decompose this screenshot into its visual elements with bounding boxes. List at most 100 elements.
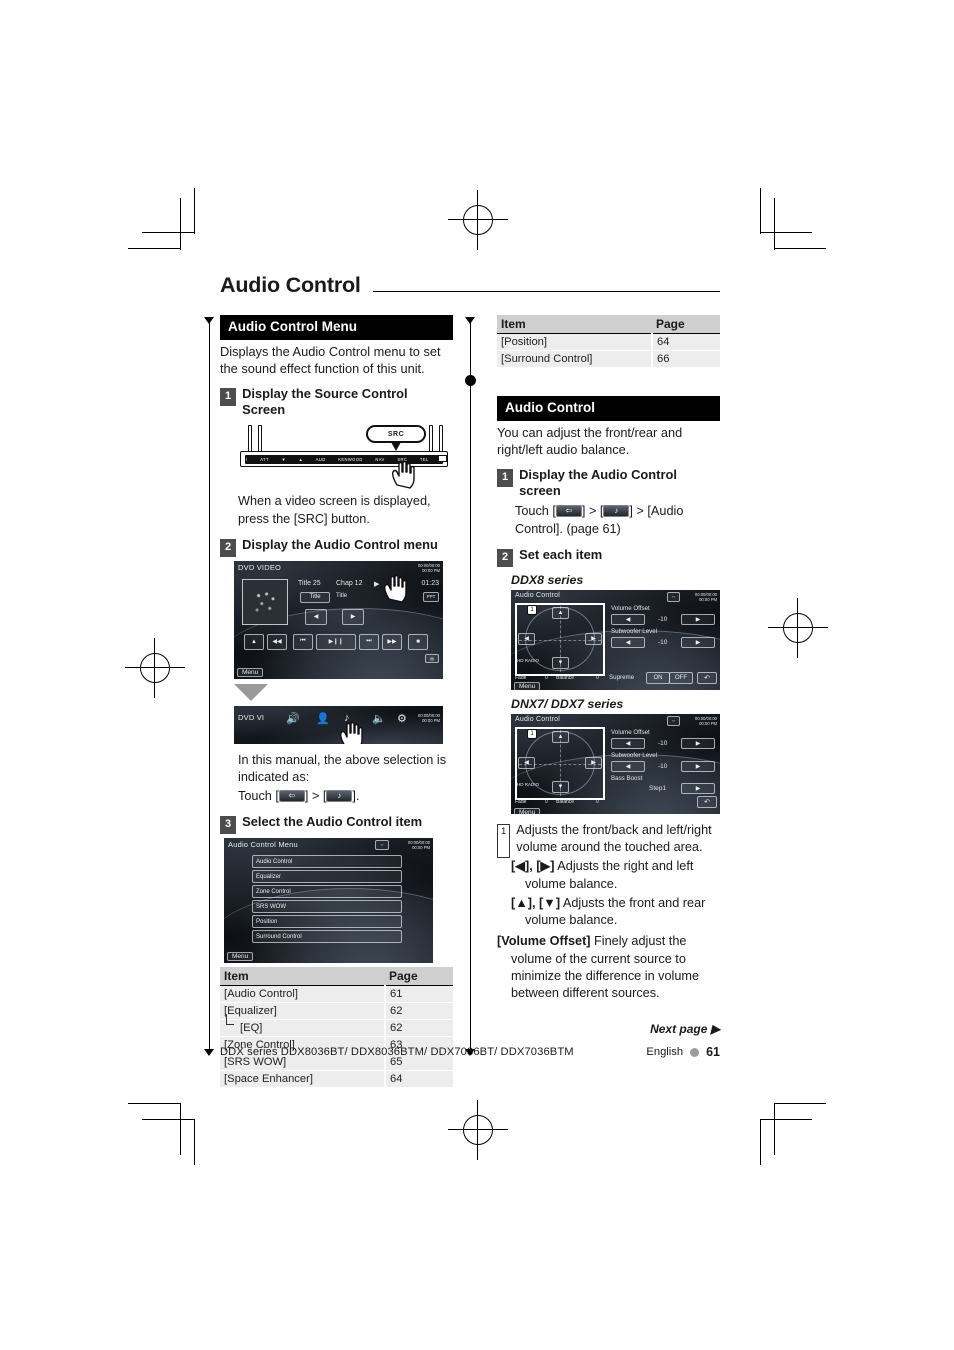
- bar-icon-setup[interactable]: 👤: [316, 712, 330, 725]
- ddx8-volume-offset-decrease[interactable]: ◀: [611, 613, 645, 625]
- dvd-stop-icon: ■: [416, 638, 420, 645]
- description-item-3: [▲], [▼] Adjusts the front and rear volu…: [511, 895, 720, 930]
- faceplate-key-1: ATT: [260, 456, 269, 462]
- ddx8-screen-clock: 00:00/00:00 00:00 PM: [694, 591, 717, 602]
- table-header-page: Page: [385, 967, 453, 987]
- table-header-row: Item Page: [220, 967, 453, 987]
- step-number-1: 1: [220, 388, 237, 407]
- dvd-ppt-label: PPT: [426, 594, 436, 600]
- guide-position-dot: [465, 374, 476, 386]
- ddx7-volume-offset-increase[interactable]: ▶: [681, 737, 715, 749]
- table-cell-page: 66: [651, 350, 720, 368]
- faceplate-key-0: I: [246, 456, 248, 462]
- step-1-display-source-control: 1 Display the Source Control Screen: [220, 386, 453, 417]
- ddx7-menu-button[interactable]: Menu: [514, 807, 541, 814]
- table-header-item: Item: [497, 314, 652, 334]
- dvd-stop-button[interactable]: ■: [408, 633, 428, 650]
- table-cell-item: [EQ]: [220, 1014, 385, 1038]
- table-cell-item: [Space Enhancer]: [220, 1070, 385, 1089]
- dvd-menu-button[interactable]: Menu: [237, 667, 264, 677]
- ddx8-subwoofer-increase[interactable]: ▶: [681, 636, 715, 648]
- ddx7-subwoofer-increase[interactable]: ▶: [681, 760, 715, 772]
- faceplate-src-callout: SRC: [366, 425, 426, 444]
- menu-screen-title: Audio Control Menu: [228, 840, 298, 850]
- menu-item-equalizer[interactable]: Equalizer: [252, 870, 402, 884]
- description-item-1: 1 Adjusts the front/back and left/right …: [497, 822, 720, 859]
- step-1-display-audio-control-screen: 1 Display the Audio Control screen: [497, 467, 720, 498]
- audio-note-key-icon: ♪: [326, 789, 353, 802]
- ddx8-supreme-on-button[interactable]: ON: [646, 671, 670, 684]
- step-2-display-audio-control-menu: 2 Display the Audio Control menu: [220, 537, 453, 557]
- ddx7-bass-boost-increase[interactable]: ▶: [681, 782, 715, 794]
- bar-icon-source[interactable]: 🔊: [286, 712, 300, 725]
- ddx8-volume-offset-increase[interactable]: ▶: [681, 613, 715, 625]
- ddx7-return-button[interactable]: ↶: [697, 795, 717, 808]
- back-key-icon: ⇦: [278, 789, 305, 802]
- touch-prefix: Touch [: [515, 504, 556, 519]
- audio-control-menu-intro: Displays the Audio Control menu to set t…: [220, 343, 441, 376]
- bar-icon-volume[interactable]: 🔈: [372, 712, 386, 725]
- menu-item-label: Equalizer: [256, 873, 282, 880]
- dvd-rewind-button[interactable]: ◀◀: [267, 633, 287, 650]
- crop-mark-bottom-right: [756, 1093, 826, 1165]
- page-content: Audio Control Audio Control Menu Display…: [204, 274, 720, 1089]
- back-key-icon: ⇦: [555, 505, 582, 518]
- dvd-play-pause-button[interactable]: ▶❙❙: [316, 633, 356, 650]
- table-row: [Space Enhancer] 64: [220, 1070, 453, 1089]
- ddx8-balance-pad[interactable]: [515, 602, 605, 676]
- step-2-note-line1: In this manual, the above selection is i…: [238, 752, 447, 784]
- tree-elbow-icon: [226, 1014, 234, 1026]
- menu-item-zone-control[interactable]: Zone Control: [252, 885, 402, 899]
- ddx8-menu-button[interactable]: Menu: [514, 681, 541, 690]
- dvd-previous-icon: ⏮: [300, 638, 306, 645]
- faceplate-tab-right-2: [439, 425, 443, 454]
- menu-item-label: Surround Control: [256, 933, 302, 940]
- dvd-sub-title-1[interactable]: Title: [300, 591, 330, 603]
- step-title-1: Display the Audio Control screen: [519, 467, 677, 498]
- menu-screen-back-icon[interactable]: ⇔: [375, 840, 389, 851]
- dvd-next-button[interactable]: ⏭: [359, 633, 379, 650]
- dvd-previous-button[interactable]: ⏮: [293, 633, 313, 650]
- ddx8-back-icon[interactable]: ⇔: [667, 591, 680, 602]
- menu-item-srs-wow[interactable]: SRS WOW: [252, 900, 402, 914]
- menu-item-position[interactable]: Position: [252, 915, 402, 929]
- dvd-nudge-left-icon: ◀: [313, 614, 319, 621]
- ddx8-subwoofer-decrease[interactable]: ◀: [611, 636, 645, 648]
- dvd-fast-forward-button[interactable]: ▶▶: [382, 633, 402, 650]
- table-cell-item: [Surround Control]: [497, 350, 652, 368]
- table-header-page: Page: [652, 314, 720, 334]
- ddx8-supreme-off-label: OFF: [675, 674, 687, 681]
- ddx8-supreme-off-button[interactable]: OFF: [669, 671, 693, 684]
- menu-screen-clock: 00:00/00:00 00:00 PM: [407, 840, 430, 851]
- ddx7-volume-offset-label: Volume Offset: [611, 728, 650, 736]
- ddx8-subwoofer-label: Subwoofer Level: [611, 627, 658, 635]
- dvd-next-icon: ⏭: [366, 638, 372, 645]
- menu-screen-menu-button[interactable]: Menu: [227, 952, 254, 962]
- ddx7-sw-dec-icon: ◀: [625, 763, 631, 770]
- guide-arrow-bottom-icon: [204, 1048, 214, 1056]
- source-icon-bar-screen: DVD VI 00:00/00:00 00:00 PM 🔊 👤 ♪ 🔈 ⚙: [234, 705, 443, 744]
- dvd-fast-forward-icon: ▶▶: [387, 639, 397, 646]
- step-title-2: Set each item: [519, 546, 603, 562]
- ddx8-supreme-on-label: ON: [653, 674, 663, 681]
- dvd-play-pause-icon: ▶❙❙: [328, 639, 344, 646]
- ddx8-return-button[interactable]: ↶: [697, 671, 717, 684]
- ddx7-volume-offset-decrease[interactable]: ◀: [611, 737, 645, 749]
- table-header-item: Item: [220, 967, 385, 987]
- ddx7-series-label: DNX7/ DDX7 series: [511, 696, 624, 711]
- ddx7-back-icon[interactable]: ⇔: [667, 715, 680, 726]
- hand-cursor-icon: [382, 573, 408, 603]
- menu-item-surround-control[interactable]: Surround Control: [252, 930, 402, 944]
- dvd-nudge-left-button[interactable]: ◀: [305, 608, 327, 625]
- dvd-nudge-right-button[interactable]: ▶: [342, 608, 364, 625]
- ddx7-bass-boost-value: Step1: [649, 784, 666, 792]
- ddx7-subwoofer-decrease[interactable]: ◀: [611, 760, 645, 772]
- menu-item-audio-control[interactable]: Audio Control: [252, 855, 402, 869]
- bar-icon-display[interactable]: ⚙: [397, 712, 407, 725]
- dvd-up-button[interactable]: ▲: [244, 633, 264, 650]
- dvd-screen-clock: 00:00/00:00 00:00 PM: [417, 562, 440, 573]
- dvd-thumbnail: [242, 578, 288, 625]
- ddx8-volume-offset-value: -10: [658, 615, 668, 623]
- step-title-3: Select the Audio Control item: [242, 814, 423, 830]
- ddx7-balance-pad[interactable]: [515, 726, 605, 800]
